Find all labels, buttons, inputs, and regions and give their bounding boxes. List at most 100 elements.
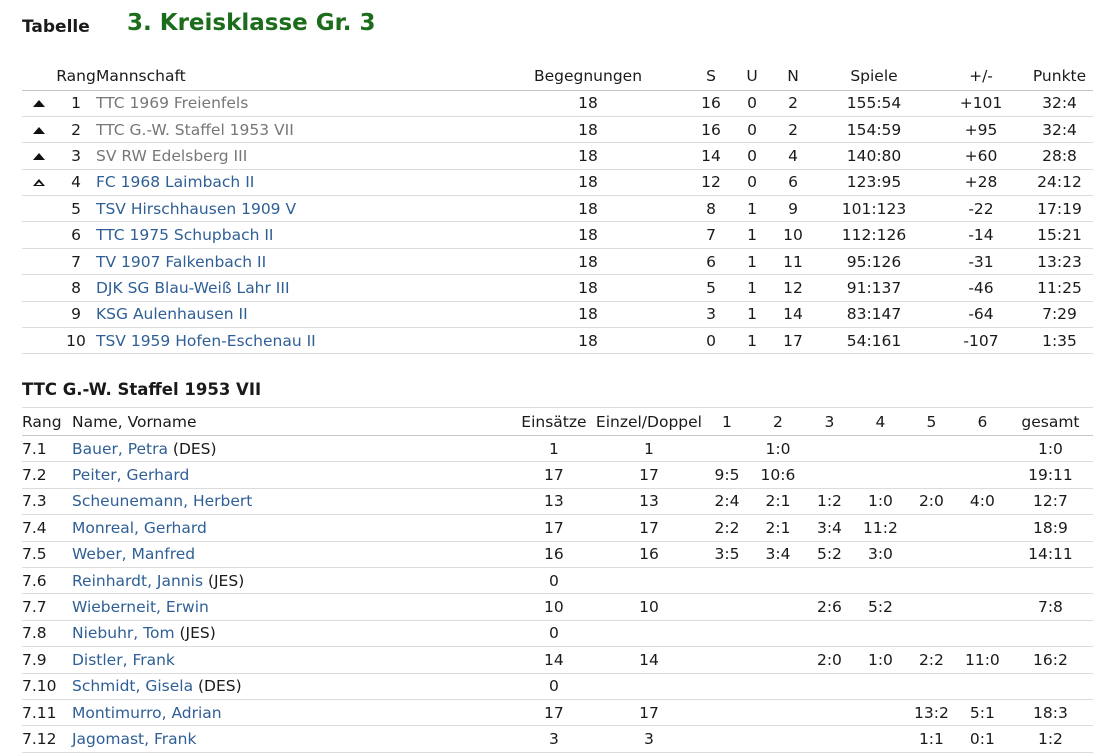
- player-link[interactable]: Reinhardt, Jannis: [72, 572, 203, 590]
- gesamt-cell: [1008, 620, 1093, 646]
- s-cell: 8: [706, 199, 716, 218]
- rang-cell: 7.9: [22, 650, 47, 669]
- col-rang: Rang: [22, 412, 62, 431]
- player-link[interactable]: Scheunemann, Herbert: [72, 492, 252, 510]
- begegnungen-cell: 18: [578, 146, 598, 165]
- team-link[interactable]: TV 1907 Falkenbach II: [96, 253, 266, 271]
- punkte-cell: 24:12: [1037, 173, 1082, 192]
- position-p2-cell: [752, 726, 804, 752]
- col-p5: 5: [926, 412, 937, 431]
- spiele-cell: 123:95: [846, 173, 902, 192]
- player-link[interactable]: Niebuhr, Tom: [72, 624, 175, 642]
- position-p6-cell: [957, 436, 1008, 462]
- relegation-up-icon: [33, 179, 45, 187]
- player-link[interactable]: Wieberneit, Erwin: [72, 598, 209, 616]
- player-link[interactable]: Montimurro, Adrian: [72, 704, 222, 722]
- position-p4-cell: 1:0: [867, 650, 893, 669]
- team-link[interactable]: DJK SG Blau-Weiß Lahr III: [96, 279, 290, 297]
- position-p3-cell: [804, 462, 855, 488]
- position-p3-cell: 3:4: [816, 518, 842, 537]
- u-cell: 1: [747, 305, 757, 324]
- punkte-cell: 7:29: [1042, 305, 1077, 324]
- player-link[interactable]: Weber, Manfred: [72, 545, 195, 563]
- spiele-cell: 140:80: [846, 146, 902, 165]
- einsaetze-cell: 3: [548, 729, 559, 748]
- player-link[interactable]: Monreal, Gerhard: [72, 519, 207, 537]
- position-p4-cell: [855, 436, 906, 462]
- player-link[interactable]: Schmidt, Gisela: [72, 677, 193, 695]
- s-cell: 7: [706, 226, 716, 245]
- team-link[interactable]: TTC 1975 Schupbach II: [96, 226, 273, 244]
- player-row: 7.5 Weber, Manfred 16 16 3:5 3:4 5:2 3:0 14:11: [22, 541, 1093, 568]
- player-link[interactable]: Distler, Frank: [72, 651, 175, 669]
- col-marker: [22, 63, 56, 90]
- rang-cell: 7.3: [22, 492, 47, 511]
- page-title: 3. Kreisklasse Gr. 3: [127, 10, 376, 36]
- position-p4-cell: [855, 726, 906, 752]
- rang-cell: 7.4: [22, 518, 47, 537]
- player-row: 7.4 Monreal, Gerhard 17 17 2:2 2:1 3:4 11:2 18:9: [22, 515, 1093, 542]
- player-link[interactable]: Jagomast, Frank: [72, 730, 196, 748]
- standings-row: 6 TTC 1975 Schupbach II 18 7 1 10 112:126 -14 15…: [22, 222, 1093, 249]
- begegnungen-cell: 18: [578, 120, 598, 139]
- team-section-title: TTC G.-W. Staffel 1953 VII: [22, 380, 262, 399]
- marker-cell: [22, 328, 56, 354]
- team-link[interactable]: FC 1968 Laimbach II: [96, 173, 254, 191]
- begegnungen-cell: 18: [578, 305, 598, 324]
- col-p1: 1: [722, 412, 732, 431]
- position-p3-cell: [804, 673, 855, 699]
- player-link[interactable]: Bauer, Petra: [72, 440, 168, 458]
- promotion-icon: [33, 152, 45, 160]
- position-p1-cell: [702, 567, 752, 593]
- team-link[interactable]: TSV Hirschhausen 1909 V: [96, 200, 296, 218]
- n-cell: 6: [788, 173, 798, 192]
- einsaetze-cell: 17: [544, 518, 564, 537]
- gesamt-cell: [1008, 567, 1093, 593]
- standings-row: 10 TSV 1959 Hofen-Eschenau II 18 0 1 17 54:161…: [22, 328, 1093, 354]
- position-p2-cell: [752, 647, 804, 673]
- marker-cell: [22, 143, 56, 169]
- u-cell: 1: [747, 331, 757, 350]
- rang-cell: 2: [71, 120, 81, 139]
- einzel-doppel-cell: 3: [644, 729, 654, 748]
- punkte-cell: 15:21: [1037, 226, 1082, 245]
- s-cell: 6: [706, 252, 716, 271]
- spiele-cell: 91:137: [846, 278, 902, 297]
- einsaetze-cell: 14: [544, 650, 564, 669]
- n-cell: 17: [783, 331, 803, 350]
- position-p2-cell: [752, 567, 804, 593]
- rang-cell: 7.2: [22, 466, 47, 485]
- team-link[interactable]: KSG Aulenhausen II: [96, 305, 248, 323]
- gesamt-cell: 18:9: [1033, 518, 1068, 537]
- begegnungen-cell: 18: [578, 226, 598, 245]
- spiele-cell: 83:147: [846, 305, 902, 324]
- einsaetze-cell: 0: [548, 624, 559, 643]
- spiele-cell: 112:126: [841, 226, 907, 245]
- player-link[interactable]: Peiter, Gerhard: [72, 466, 189, 484]
- u-cell: 0: [747, 120, 757, 139]
- diff-cell: +101: [959, 94, 1003, 113]
- begegnungen-cell: 18: [578, 278, 598, 297]
- marker-cell: [22, 169, 56, 195]
- s-cell: 3: [706, 305, 716, 324]
- diff-cell: +60: [964, 146, 998, 165]
- col-n: N: [787, 67, 799, 86]
- team-link[interactable]: TSV 1959 Hofen-Eschenau II: [96, 332, 316, 350]
- rang-cell: 7.12: [22, 729, 57, 748]
- position-p3-cell: [804, 726, 855, 752]
- player-row: 7.10 Schmidt, Gisela (DES) 0: [22, 673, 1093, 700]
- einsaetze-cell: 1: [548, 439, 559, 458]
- punkte-cell: 32:4: [1042, 94, 1077, 113]
- position-p2-cell: 2:1: [765, 518, 791, 537]
- begegnungen-cell: 18: [578, 331, 598, 350]
- position-p6-cell: [957, 620, 1008, 646]
- col-begegnungen: Begegnungen: [533, 67, 643, 86]
- position-p4-cell: [855, 673, 906, 699]
- einzel-doppel-cell: [596, 620, 702, 646]
- marker-cell: [22, 275, 56, 301]
- s-cell: 16: [701, 94, 721, 113]
- s-cell: 16: [701, 120, 721, 139]
- marker-cell: [22, 196, 56, 222]
- position-p4-cell: 5:2: [867, 598, 893, 617]
- gesamt-cell: [1008, 673, 1093, 699]
